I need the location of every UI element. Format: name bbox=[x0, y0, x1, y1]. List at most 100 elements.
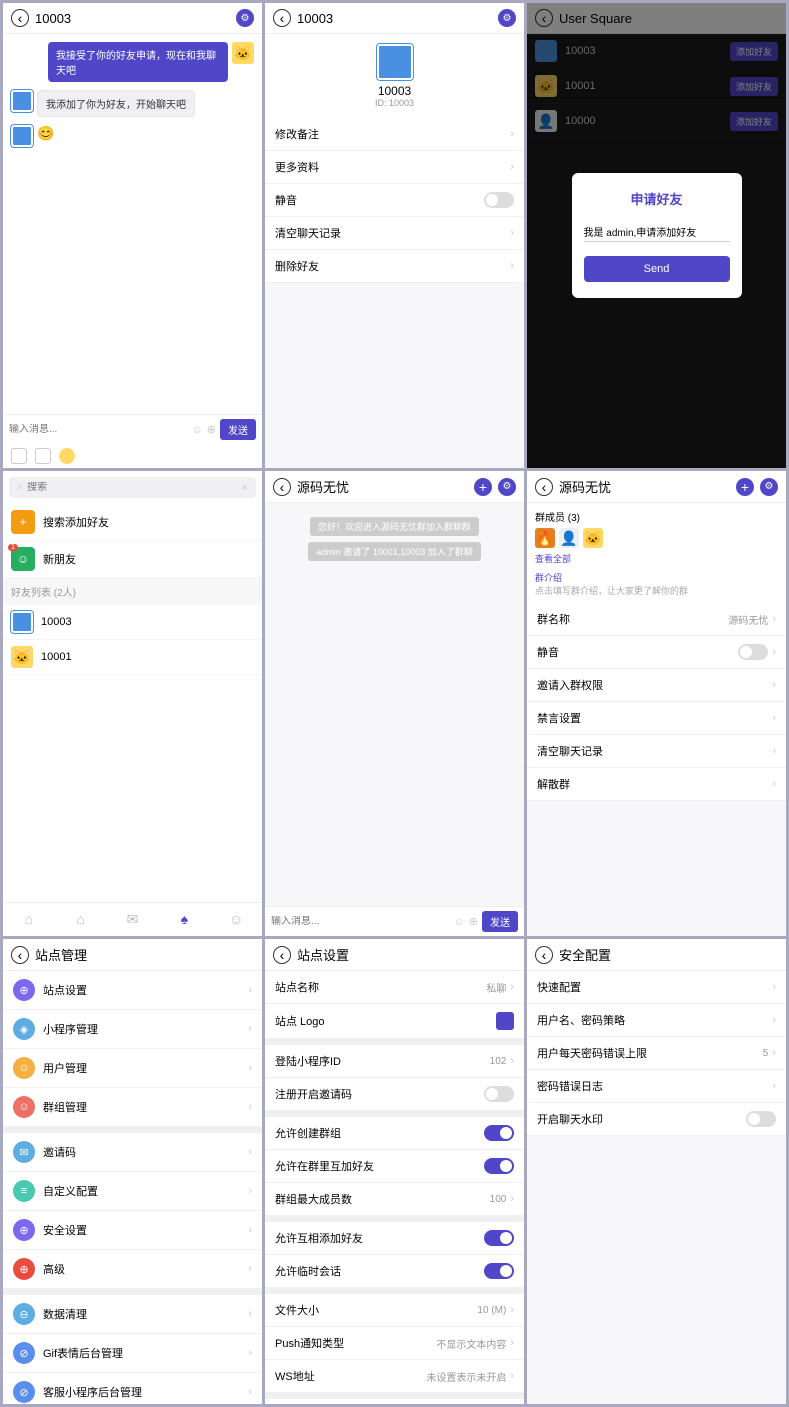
security-row[interactable]: 用户每天密码错误上限5 bbox=[527, 1037, 786, 1070]
send-button[interactable]: 发送 bbox=[220, 419, 256, 440]
setting-toggle[interactable] bbox=[484, 1158, 514, 1174]
clear-icon[interactable]: × bbox=[242, 482, 248, 494]
search-icon: ⌕ bbox=[17, 481, 23, 494]
image-icon[interactable] bbox=[11, 448, 27, 464]
send-button[interactable]: 发送 bbox=[482, 911, 518, 932]
menu-icon: ⊕ bbox=[13, 979, 35, 1001]
admin-menu-item[interactable]: ☺群组管理 bbox=[3, 1088, 262, 1127]
security-row[interactable]: 密码错误日志 bbox=[527, 1070, 786, 1103]
setting-row[interactable]: 登陆小程序ID102 bbox=[265, 1045, 524, 1078]
file-icon[interactable] bbox=[35, 448, 51, 464]
chat-title: 10003 bbox=[35, 11, 230, 26]
group-option[interactable]: 静音 bbox=[527, 636, 786, 669]
profile-option[interactable]: 修改备注 bbox=[265, 118, 524, 151]
setting-toggle[interactable] bbox=[484, 1263, 514, 1279]
tab-house[interactable]: ⌂ bbox=[55, 903, 107, 936]
admin-menu-item[interactable]: ≡自定义配置 bbox=[3, 1172, 262, 1211]
profile-option[interactable]: 删除好友 bbox=[265, 250, 524, 283]
security-row[interactable]: 开启聊天水印 bbox=[527, 1103, 786, 1136]
group-option[interactable]: 解散群 bbox=[527, 768, 786, 801]
friend-request-modal: 申请好友 Send bbox=[572, 173, 742, 298]
admin-menu-item[interactable]: ⊘客服小程序后台管理 bbox=[3, 1373, 262, 1404]
setting-row[interactable]: Push通知类型不显示文本内容 bbox=[265, 1327, 524, 1360]
chevron-icon bbox=[772, 745, 776, 757]
setting-toggle[interactable] bbox=[484, 1125, 514, 1141]
tab-chat[interactable]: ✉ bbox=[107, 903, 159, 936]
emoji-icon[interactable]: ☺ bbox=[454, 916, 465, 928]
tab-contacts[interactable]: ♠ bbox=[158, 903, 210, 936]
back-icon[interactable] bbox=[273, 946, 291, 964]
tab-me[interactable]: ☺ bbox=[210, 903, 262, 936]
group-option[interactable]: 邀请入群权限 bbox=[527, 669, 786, 702]
search-input[interactable] bbox=[27, 482, 241, 493]
setting-row[interactable]: 允许互相添加好友 bbox=[265, 1222, 524, 1255]
group-option[interactable]: 清空聊天记录 bbox=[527, 735, 786, 768]
back-icon[interactable] bbox=[11, 9, 29, 27]
admin-menu-item[interactable]: ⊘Gif表情后台管理 bbox=[3, 1334, 262, 1373]
toggle[interactable] bbox=[738, 644, 768, 660]
group-option[interactable]: 群名称源码无忧 bbox=[527, 603, 786, 636]
coin-icon[interactable] bbox=[59, 448, 75, 464]
plus-icon[interactable]: + bbox=[474, 478, 492, 496]
setting-row[interactable]: 注册开启邀请码 bbox=[265, 1078, 524, 1111]
gear-icon[interactable]: ⚙ bbox=[498, 9, 516, 27]
request-message-input[interactable] bbox=[584, 222, 730, 242]
setting-toggle[interactable] bbox=[746, 1111, 776, 1127]
plus-icon[interactable]: ⊕ bbox=[469, 915, 478, 928]
group-option[interactable]: 禁言设置 bbox=[527, 702, 786, 735]
message-input[interactable] bbox=[271, 916, 450, 927]
gear-icon[interactable]: ⚙ bbox=[498, 478, 516, 496]
admin-menu-item[interactable]: ◈小程序管理 bbox=[3, 1010, 262, 1049]
back-icon[interactable] bbox=[535, 478, 553, 496]
profile-option[interactable]: 更多资料 bbox=[265, 151, 524, 184]
back-icon[interactable] bbox=[535, 946, 553, 964]
setting-row[interactable]: 文件大小10 (M) bbox=[265, 1294, 524, 1327]
security-row[interactable]: 用户名、密码策略 bbox=[527, 1004, 786, 1037]
back-icon[interactable] bbox=[273, 478, 291, 496]
admin-menu-item[interactable]: ⊖数据清理 bbox=[3, 1295, 262, 1334]
gear-icon[interactable]: ⚙ bbox=[760, 478, 778, 496]
setting-row[interactable]: 允许创建群组 bbox=[265, 1117, 524, 1150]
admin-menu-item[interactable]: ☺用户管理 bbox=[3, 1049, 262, 1088]
send-request-button[interactable]: Send bbox=[584, 256, 730, 282]
contact-row[interactable]: 🐱10001 bbox=[3, 640, 262, 675]
setting-toggle[interactable] bbox=[484, 1086, 514, 1102]
search-bar[interactable]: ⌕ × bbox=[9, 477, 256, 498]
menu-icon: ≡ bbox=[13, 1180, 35, 1202]
admin-menu-item[interactable]: ⊕站点设置 bbox=[3, 971, 262, 1010]
back-icon[interactable] bbox=[273, 9, 291, 27]
profile-option[interactable]: 静音 bbox=[265, 184, 524, 217]
setting-row[interactable]: 允许在群里互加好友 bbox=[265, 1150, 524, 1183]
profile-option[interactable]: 清空聊天记录 bbox=[265, 217, 524, 250]
security-row[interactable]: 快速配置 bbox=[527, 971, 786, 1004]
contact-row[interactable]: 10003 bbox=[3, 605, 262, 640]
mute-toggle[interactable] bbox=[484, 192, 514, 208]
gear-icon[interactable]: ⚙ bbox=[236, 9, 254, 27]
emoji-icon[interactable]: ☺ bbox=[192, 424, 203, 436]
member-avatar-icon[interactable]: 👤 bbox=[559, 528, 579, 548]
member-avatar-icon[interactable]: 🐱 bbox=[583, 528, 603, 548]
message-input[interactable] bbox=[9, 424, 188, 435]
setting-row[interactable]: 站点名称私聊 bbox=[265, 971, 524, 1004]
plus-icon[interactable]: ⊕ bbox=[207, 423, 216, 436]
new-friend[interactable]: ☺1 新朋友 bbox=[3, 541, 262, 578]
intro-desc[interactable]: 点击填写群介绍，让大家更了解你的群 bbox=[535, 584, 778, 597]
setting-row[interactable]: 站点 Logo bbox=[265, 1004, 524, 1039]
setting-row[interactable]: WS地址未设置表示未开启 bbox=[265, 1360, 524, 1393]
plus-icon[interactable]: + bbox=[736, 478, 754, 496]
setting-toggle[interactable] bbox=[484, 1230, 514, 1246]
view-all-link[interactable]: 查看全部 bbox=[535, 552, 778, 565]
tab-home[interactable]: ⌂ bbox=[3, 903, 55, 936]
back-icon[interactable] bbox=[11, 946, 29, 964]
modal-overlay[interactable]: 申请好友 Send bbox=[527, 3, 786, 468]
logo-icon bbox=[496, 1012, 514, 1030]
chevron-icon bbox=[772, 712, 776, 724]
member-avatar-icon[interactable]: 🔥 bbox=[535, 528, 555, 548]
search-add-friend[interactable]: + 搜索添加好友 bbox=[3, 504, 262, 541]
menu-icon: ☺ bbox=[13, 1096, 35, 1118]
admin-menu-item[interactable]: ⊕安全设置 bbox=[3, 1211, 262, 1250]
setting-row[interactable]: 群组最大成员数100 bbox=[265, 1183, 524, 1216]
setting-row[interactable]: 允许临时会话 bbox=[265, 1255, 524, 1288]
admin-menu-item[interactable]: ⊕高级 bbox=[3, 1250, 262, 1289]
admin-menu-item[interactable]: ✉邀请码 bbox=[3, 1133, 262, 1172]
